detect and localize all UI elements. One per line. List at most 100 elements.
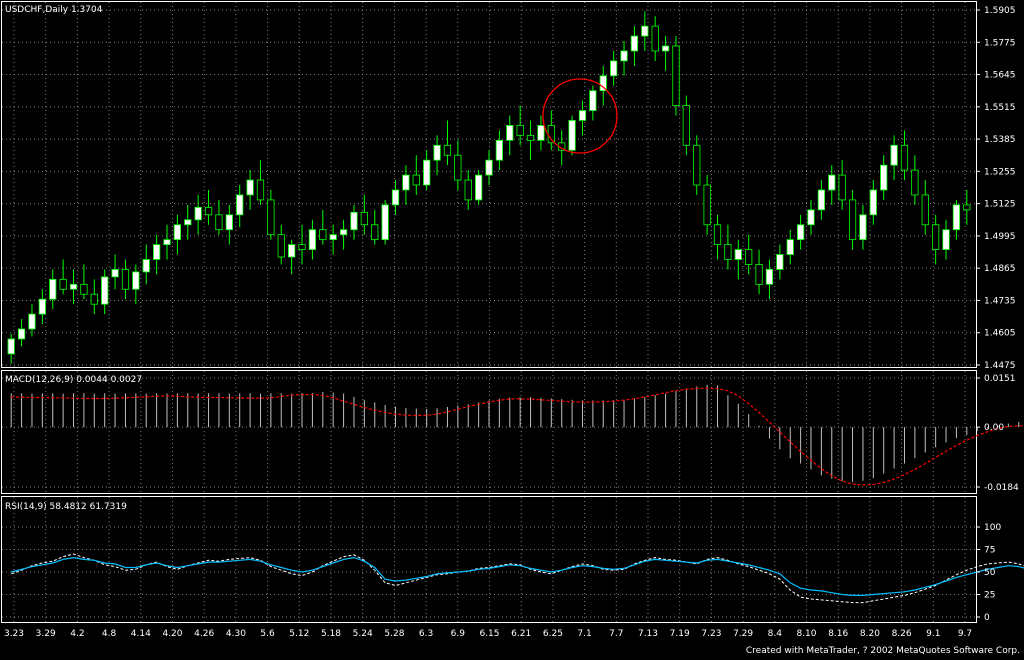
candle-bull bbox=[869, 189, 877, 216]
x-tick-label: 6.3 bbox=[419, 629, 433, 639]
candle-bear bbox=[121, 269, 130, 290]
x-tick-label: 7.13 bbox=[638, 629, 658, 639]
candle-bear bbox=[360, 211, 368, 226]
rsi-grid bbox=[2, 497, 976, 622]
candle-bear bbox=[682, 105, 690, 146]
candle-bull bbox=[111, 269, 119, 278]
rsi-signal-line bbox=[11, 553, 1024, 604]
candle-bull bbox=[101, 276, 109, 305]
candle-bear bbox=[464, 179, 472, 201]
x-tick-label: 8.10 bbox=[796, 629, 816, 639]
x-tick-label: 5.6 bbox=[260, 629, 275, 639]
x-tick-label: 7.29 bbox=[733, 629, 753, 639]
x-tick-label: 8.26 bbox=[892, 629, 912, 639]
x-tick-label: 4.26 bbox=[194, 629, 214, 639]
candle-bear bbox=[745, 249, 753, 265]
candle-bear bbox=[80, 283, 88, 295]
y-tick-label: 1.4995 bbox=[984, 232, 1016, 242]
y-tick-label: 0.00 bbox=[984, 423, 1004, 433]
candle-bull bbox=[661, 45, 670, 52]
candle-bear bbox=[454, 154, 462, 181]
candle-bear bbox=[848, 199, 857, 241]
rsi-panel: RSI(14,9) 58.4812 61.7319 100 75 50 25 0 bbox=[1, 496, 1024, 623]
candle-bull bbox=[38, 298, 46, 315]
x-tick-label: 4.2 bbox=[70, 629, 84, 639]
candle-bull bbox=[402, 174, 410, 191]
candle-bear bbox=[443, 144, 452, 156]
candle-bear bbox=[277, 234, 285, 258]
macd-panel-label: MACD(12,26,9) 0.0044 0.0027 bbox=[5, 375, 142, 385]
candle-bear bbox=[412, 174, 420, 186]
y-tick-label: 100 bbox=[984, 523, 1001, 533]
candle-bull bbox=[776, 254, 784, 270]
candle-bear bbox=[526, 134, 535, 141]
candle-bear bbox=[319, 229, 327, 241]
x-tick-label: 5.24 bbox=[353, 629, 373, 639]
x-tick-label: 4.8 bbox=[102, 629, 117, 639]
y-tick-label: -0.0184 bbox=[984, 483, 1019, 493]
candle-bear bbox=[651, 25, 659, 52]
x-tick-label: 8.20 bbox=[860, 629, 880, 639]
candle-bull bbox=[495, 139, 504, 161]
candle-bear bbox=[204, 206, 213, 216]
candle-bull bbox=[173, 224, 182, 241]
candle-bear bbox=[371, 224, 379, 241]
candle-bull bbox=[485, 159, 493, 176]
candle-bull bbox=[163, 239, 171, 245]
x-tick-label: 8.4 bbox=[768, 629, 783, 639]
candle-bull bbox=[942, 229, 950, 250]
candle-bull bbox=[308, 229, 317, 250]
x-tick-label: 4.20 bbox=[162, 629, 182, 639]
candle-bear bbox=[921, 194, 929, 226]
candle-bull bbox=[433, 144, 441, 161]
candle-bull bbox=[28, 313, 36, 330]
candle-bear bbox=[900, 144, 909, 171]
price-candles bbox=[7, 11, 971, 364]
price-panel: USDCHF,Daily 1.3704 1.59051.57751.56451.… bbox=[1, 1, 1016, 371]
price-y-axis: 1.5905 1.5775 1.5645 1.5515 1.5385 1.5255 1.51… bbox=[976, 6, 1016, 371]
candle-bear bbox=[298, 244, 306, 250]
candle-bear bbox=[516, 125, 524, 136]
candle-bull bbox=[796, 224, 805, 241]
y-tick-label: 75 bbox=[984, 546, 995, 556]
x-tick-label: 6.15 bbox=[479, 629, 499, 639]
y-tick-label: 1.5645 bbox=[984, 71, 1016, 81]
candle-bear bbox=[755, 264, 763, 285]
candle-bear bbox=[59, 278, 67, 290]
candle-bull bbox=[423, 159, 431, 186]
y-tick-label: 50 bbox=[984, 568, 996, 578]
rsi-line bbox=[11, 556, 1024, 596]
candle-bull bbox=[952, 204, 961, 231]
x-tick-label: 4.14 bbox=[131, 629, 151, 639]
candle-bear bbox=[256, 179, 265, 201]
rsi-panel-frame bbox=[1, 496, 977, 623]
chart-canvas: USDCHF,Daily 1.3704 1.59051.57751.56451.… bbox=[1, 1, 1024, 639]
candle-bull bbox=[225, 214, 233, 231]
candle-bear bbox=[932, 224, 940, 250]
rsi-y-axis: 100 75 50 25 0 bbox=[976, 523, 1001, 623]
candle-bull bbox=[194, 206, 202, 221]
candle-bull bbox=[859, 214, 867, 241]
candle-bull bbox=[132, 271, 140, 290]
x-tick-label: 9.7 bbox=[958, 629, 972, 639]
candle-bear bbox=[703, 184, 711, 226]
candle-bull bbox=[152, 244, 161, 260]
candle-bull bbox=[142, 259, 150, 273]
y-tick-label: 25 bbox=[984, 591, 995, 601]
x-tick-label: 7.1 bbox=[577, 629, 591, 639]
price-panel-label: USDCHF,Daily 1.3704 bbox=[5, 5, 103, 15]
candle-bull bbox=[807, 209, 815, 226]
y-tick-label: 1.4605 bbox=[984, 329, 1016, 339]
candle-bull bbox=[537, 125, 545, 141]
candle-bull bbox=[589, 90, 597, 111]
y-tick-label: 1.4475 bbox=[984, 361, 1016, 371]
candle-bull bbox=[350, 211, 358, 231]
y-tick-label: 0.0151 bbox=[984, 374, 1016, 384]
x-axis: 3.23 3.29 4.2 4.8 4.14 4.20 4.26 4.30 5.6 5.12 5.1… bbox=[4, 629, 972, 639]
macd-panel: MACD(12,26,9) 0.0044 0.0027 0.0151 0.00 -0… bbox=[1, 370, 1024, 494]
y-tick-label: 1.5385 bbox=[984, 135, 1016, 145]
candle-bear bbox=[693, 144, 701, 186]
candle-bear bbox=[724, 244, 732, 260]
x-tick-label: 5.18 bbox=[321, 629, 341, 639]
candle-bull bbox=[17, 328, 26, 340]
